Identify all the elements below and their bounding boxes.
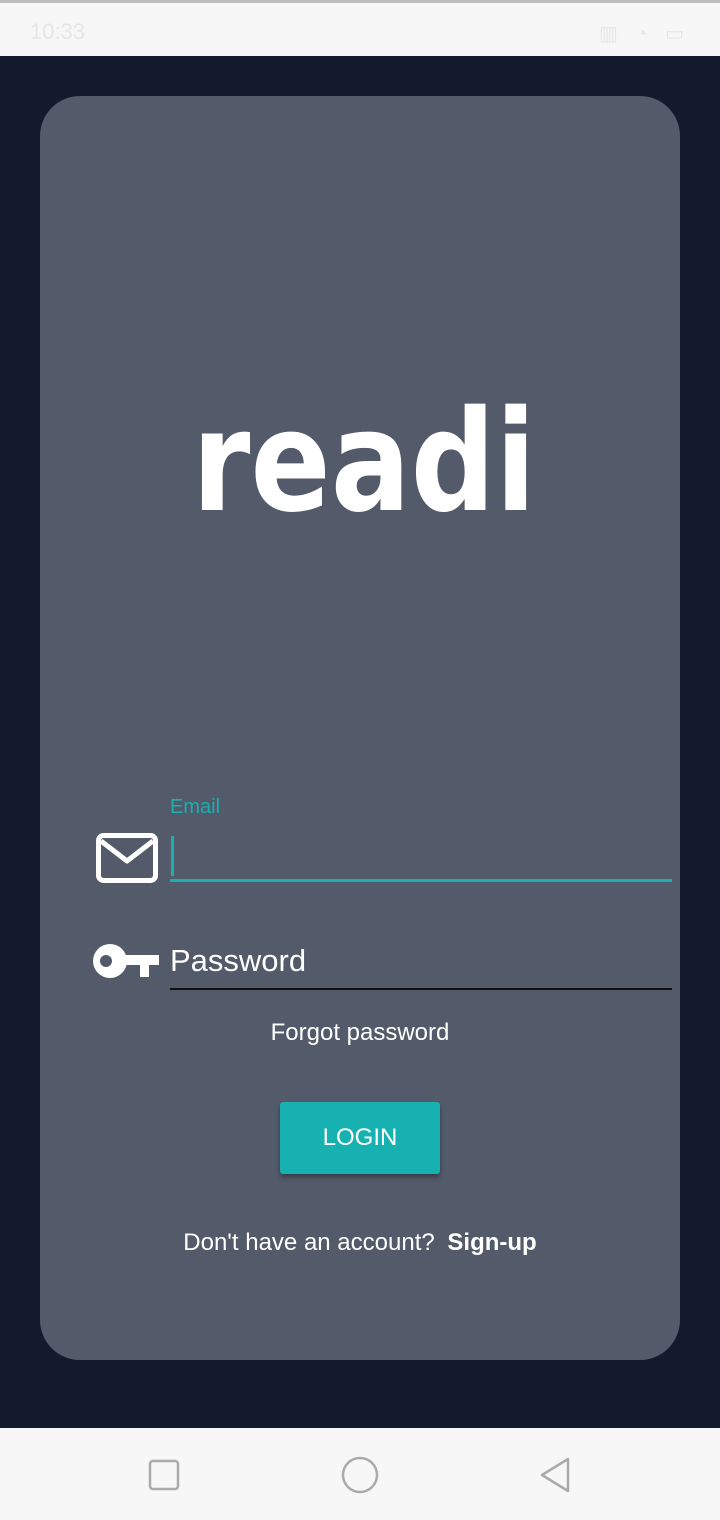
readi-logo: readi (192, 392, 536, 522)
back-button[interactable] (536, 1455, 576, 1495)
signup-row: Don't have an account? Sign-up (40, 1229, 680, 1257)
email-field[interactable] (170, 832, 672, 882)
signup-link[interactable]: Sign-up (447, 1229, 536, 1256)
email-label: Email (170, 796, 221, 818)
recents-button[interactable] (144, 1455, 184, 1495)
forgot-password-link[interactable]: Forgot password (40, 1019, 680, 1047)
login-button[interactable]: LOGIN (280, 1102, 440, 1174)
logo-text: readi (192, 392, 536, 522)
home-button[interactable] (340, 1455, 380, 1495)
mail-icon (96, 833, 158, 883)
text-cursor (171, 836, 174, 876)
signup-prompt: Don't have an account? (183, 1229, 435, 1256)
status-icons: ▥ ◔ ▭ (599, 23, 690, 45)
navigation-bar (0, 1428, 720, 1520)
key-icon (93, 944, 159, 978)
password-field[interactable] (170, 934, 672, 990)
status-time: 10:33 (30, 19, 86, 44)
login-card: readi Email Forgot password LOGIN Don't … (40, 96, 680, 1360)
status-bar: 10:33 ▥ ◔ ▭ (0, 0, 720, 56)
